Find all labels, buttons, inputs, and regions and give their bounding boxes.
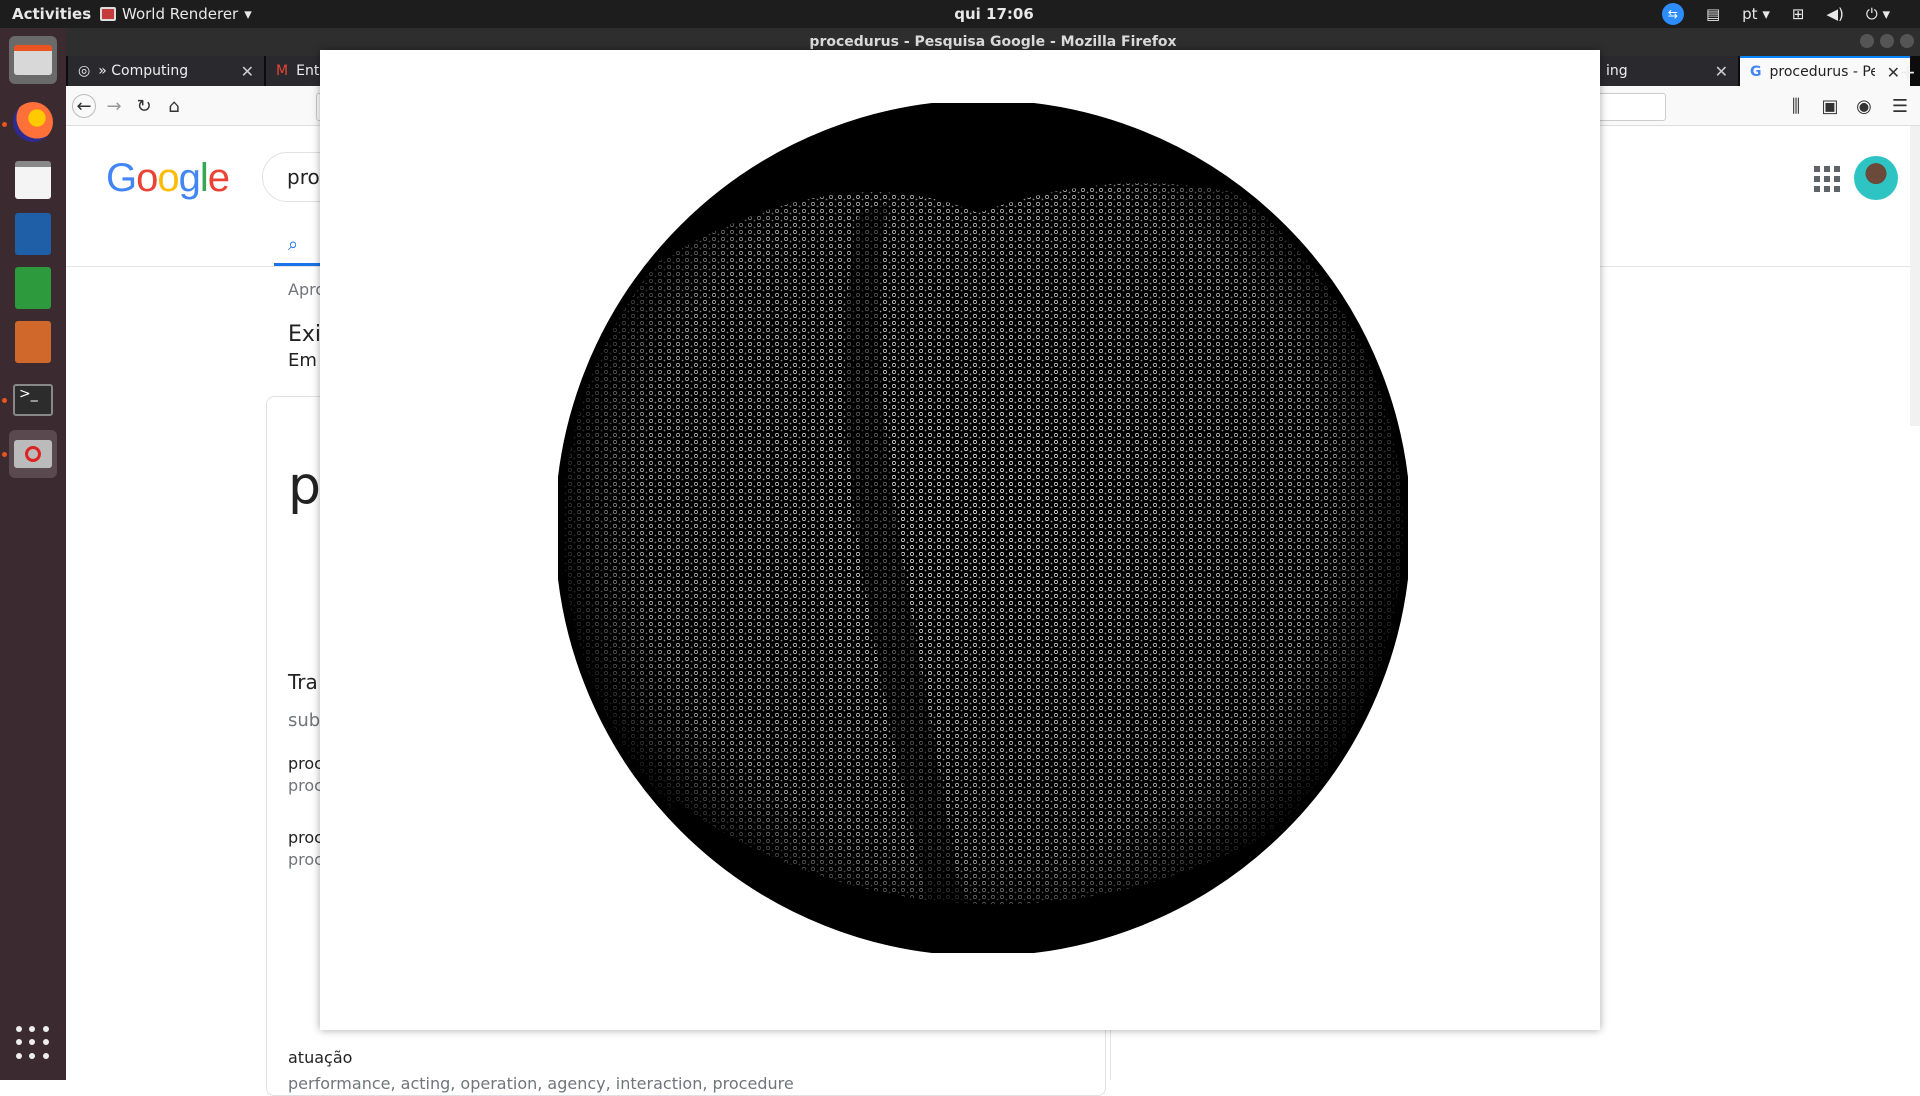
part-of-speech: sub — [288, 710, 321, 731]
world-renderer-window — [320, 50, 1600, 1030]
teamviewer-icon[interactable]: ⇆ — [1661, 3, 1684, 25]
writer-icon[interactable] — [9, 210, 57, 258]
tab-partial[interactable]: ing ✕ — [1596, 56, 1738, 86]
running-indicator — [2, 452, 7, 457]
running-indicator — [2, 398, 7, 403]
tab-google-search[interactable]: G procedurus - Pesquis ✕ — [1740, 56, 1910, 86]
tab-label: Ent — [296, 63, 320, 79]
firefox-icon[interactable] — [9, 98, 57, 146]
network-icon[interactable]: ⊞ — [1792, 5, 1805, 23]
translation-word[interactable]: atuação — [288, 1048, 352, 1067]
sidebar-icon[interactable]: ▣ — [1818, 94, 1842, 118]
tab-label: ing — [1606, 63, 1628, 79]
files-icon[interactable] — [9, 36, 57, 84]
maximize-button[interactable] — [1880, 34, 1894, 48]
terminal-icon[interactable]: >_ — [9, 376, 57, 424]
translation-word[interactable]: proc — [288, 754, 323, 773]
translations-title: Tra — [288, 670, 318, 694]
forward-button[interactable]: → — [102, 94, 126, 118]
keyboard-layout-label: pt — [1742, 5, 1758, 23]
back-button[interactable]: ← — [72, 94, 96, 118]
avatar[interactable] — [1854, 156, 1898, 200]
notes-icon[interactable]: ▤ — [1706, 5, 1720, 23]
google-apps-icon[interactable] — [1814, 166, 1840, 192]
close-tab-icon[interactable]: ✕ — [241, 62, 254, 81]
top-bar: Activities World Renderer ▾ qui 17:06 ⇆ … — [0, 0, 1920, 28]
card-big-word: p — [288, 456, 322, 516]
close-tab-icon[interactable]: ✕ — [1715, 62, 1728, 81]
keyboard-layout[interactable]: pt ▾ — [1742, 5, 1770, 23]
gmail-icon: M — [276, 63, 289, 79]
system-tray: ⇆ ▤ pt ▾ ⊞ ◀) ⏻ ▾ — [1661, 3, 1890, 25]
reload-button[interactable]: ↻ — [132, 94, 156, 118]
home-button[interactable]: ⌂ — [162, 94, 186, 118]
clock[interactable]: qui 17:06 — [0, 5, 1920, 23]
close-button[interactable] — [1900, 34, 1914, 48]
translation-synonyms: performance, acting, operation, agency, … — [288, 1074, 794, 1093]
tab-computing[interactable]: ◎ » Computing ✕ — [68, 56, 264, 86]
close-tab-icon[interactable]: ✕ — [1887, 63, 1900, 82]
translation-synonyms: proc — [288, 850, 323, 869]
window-controls — [1860, 34, 1914, 48]
tab-label: » Computing — [98, 63, 189, 79]
new-tab-button[interactable]: + — [1899, 60, 1916, 84]
scrollbar[interactable] — [1910, 126, 1920, 426]
show-results-heading: Exi — [288, 322, 322, 347]
search-in-label: Em — [288, 350, 317, 371]
library-icon[interactable]: ⫼ — [1784, 94, 1808, 118]
show-applications-icon[interactable] — [16, 1026, 50, 1060]
menu-icon[interactable]: ☰ — [1888, 94, 1912, 118]
dock: >_ — [0, 28, 66, 1080]
impress-icon[interactable] — [9, 318, 57, 366]
calc-icon[interactable] — [9, 264, 57, 312]
tab-label: procedurus - Pesquis — [1769, 64, 1875, 80]
rendered-globe[interactable] — [558, 103, 1408, 953]
google-logo[interactable]: Google — [106, 156, 230, 201]
account-icon[interactable]: ◉ — [1852, 94, 1876, 118]
search-icon[interactable]: ⌕ — [288, 234, 298, 255]
translation-synonyms: proc — [288, 776, 323, 795]
power-icon[interactable]: ⏻ ▾ — [1866, 5, 1890, 23]
minimize-button[interactable] — [1860, 34, 1874, 48]
google-icon: G — [1750, 64, 1762, 80]
text-editor-icon[interactable] — [9, 156, 57, 204]
window-title-text: procedurus - Pesquisa Google - Mozilla F… — [809, 34, 1177, 50]
world-renderer-icon[interactable] — [9, 430, 57, 478]
volume-icon[interactable]: ◀) — [1826, 5, 1843, 23]
globe-icon: ◎ — [78, 63, 91, 79]
running-indicator — [2, 122, 7, 127]
translation-word[interactable]: proc — [288, 828, 323, 847]
